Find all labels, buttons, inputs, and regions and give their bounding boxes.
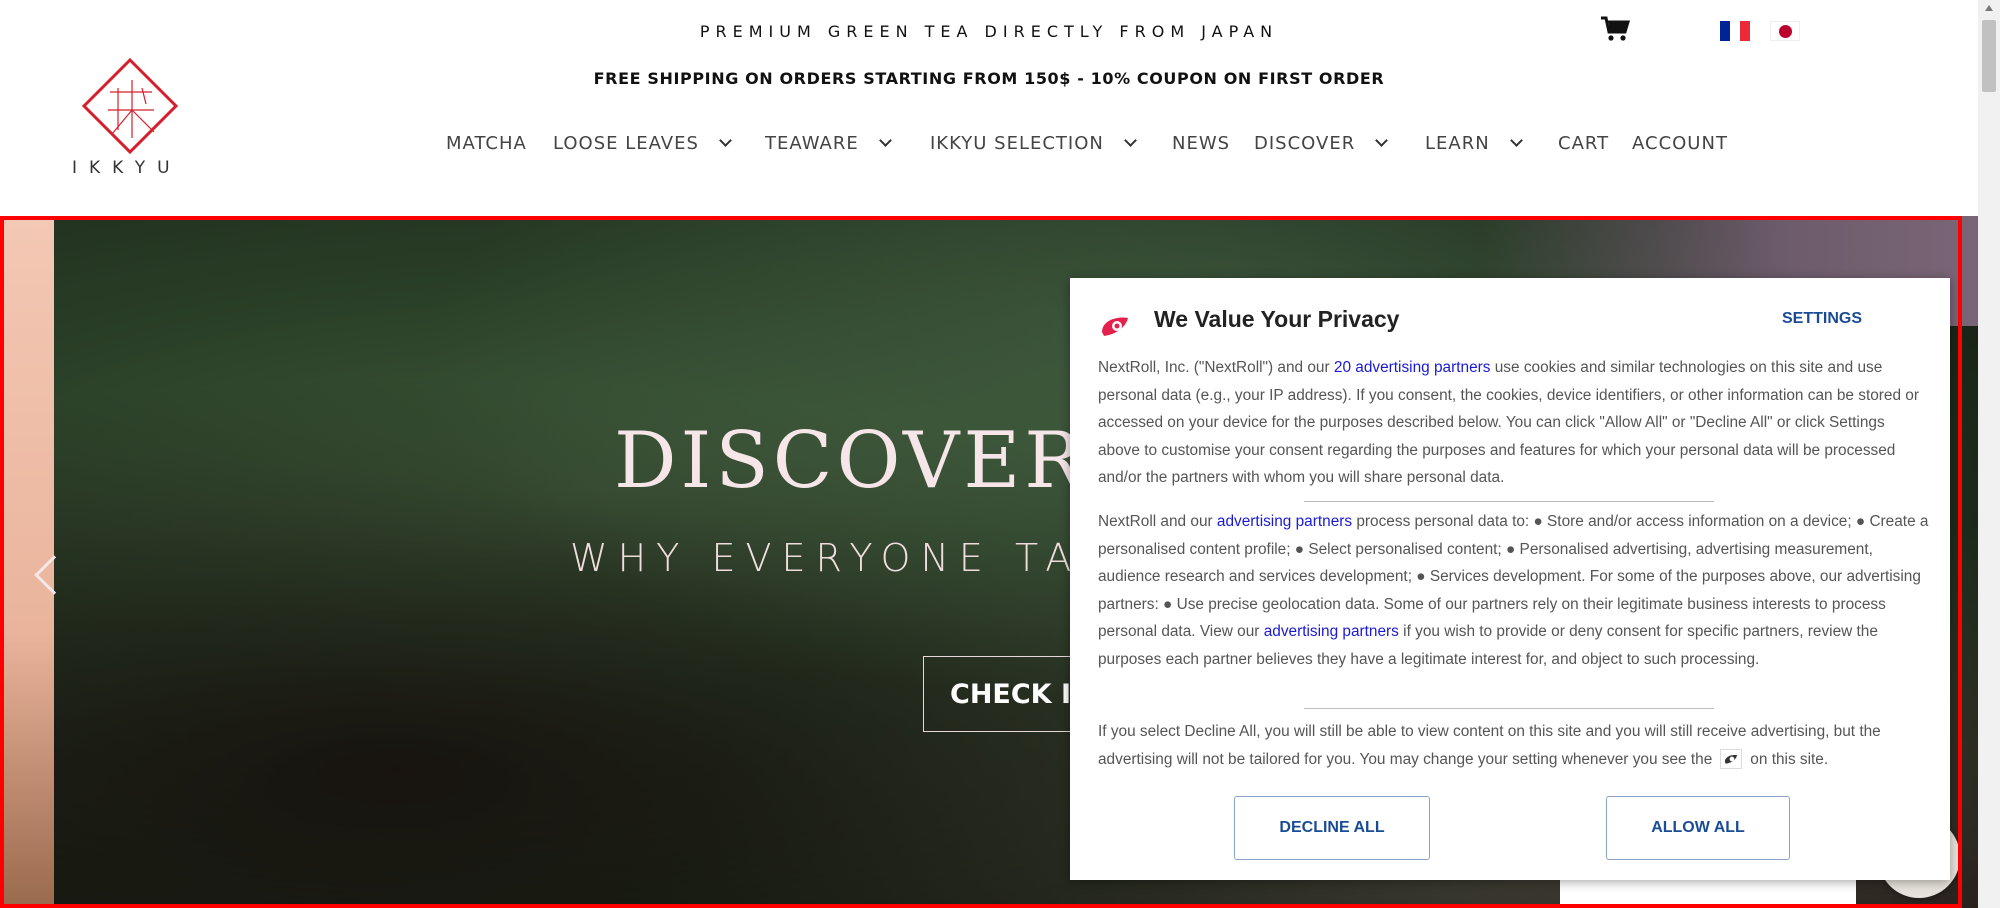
- nav-item-cart[interactable]: CART: [1558, 133, 1609, 154]
- text: process personal data to: ● Store and/or…: [1098, 513, 1929, 640]
- allow-all-button[interactable]: ALLOW ALL: [1606, 796, 1790, 860]
- flag-jp-icon[interactable]: [1770, 21, 1800, 41]
- nav-item-loose-leaves[interactable]: LOOSE LEAVES: [553, 133, 732, 154]
- chevron-down-icon: [719, 134, 732, 147]
- divider: [1304, 501, 1714, 502]
- nav-item-discover[interactable]: DISCOVER: [1254, 133, 1389, 154]
- nav-label: DISCOVER: [1254, 133, 1356, 154]
- site-header: PREMIUM GREEN TEA DIRECTLY FROM JAPAN FR…: [0, 0, 1978, 215]
- nav-item-ikkyu-selection[interactable]: IKKYU SELECTION: [930, 133, 1137, 154]
- advertising-partners-link[interactable]: advertising partners: [1217, 513, 1352, 530]
- nav-label: LOOSE LEAVES: [553, 133, 699, 154]
- page-scrollbar[interactable]: [1978, 0, 2000, 908]
- nav-label: TEAWARE: [765, 133, 859, 154]
- text: use cookies and similar technologies on …: [1098, 359, 1919, 486]
- advertising-partners-link[interactable]: advertising partners: [1264, 623, 1399, 640]
- chevron-down-icon: [1375, 134, 1389, 147]
- advertising-partners-link[interactable]: 20 advertising partners: [1334, 359, 1491, 376]
- consent-settings-icon: [1720, 749, 1743, 770]
- nav-label: IKKYU SELECTION: [930, 133, 1104, 154]
- hero-subtitle: WHY EVERYONE TA: [570, 536, 1082, 580]
- consent-paragraph-1: NextRoll, Inc. ("NextRoll") and our 20 a…: [1098, 354, 1930, 492]
- flag-fr-icon[interactable]: [1720, 21, 1750, 41]
- nav-label: NEWS: [1172, 133, 1231, 154]
- logo-text: IKKYU: [72, 158, 182, 178]
- nextroll-logo-icon: [1102, 317, 1128, 336]
- nav-item-account[interactable]: ACCOUNT: [1632, 133, 1728, 154]
- nav-label: ACCOUNT: [1632, 133, 1728, 154]
- chevron-down-icon: [1124, 134, 1137, 147]
- main-nav: MATCHA LOOSE LEAVES TEAWARE IKKYU SELECT…: [0, 133, 1978, 157]
- text: on this site.: [1750, 750, 1829, 768]
- nav-item-teaware[interactable]: TEAWARE: [765, 133, 892, 154]
- text: NextRoll, Inc. ("NextRoll") and our: [1098, 359, 1334, 376]
- scroll-up-arrow-icon[interactable]: [1985, 5, 1993, 11]
- consent-paragraph-3: If you select Decline All, you will stil…: [1098, 718, 1930, 773]
- nav-item-matcha[interactable]: MATCHA: [446, 133, 527, 154]
- chevron-down-icon: [878, 134, 892, 147]
- consent-paragraph-2: NextRoll and our advertising partners pr…: [1098, 508, 1930, 673]
- nav-item-news[interactable]: NEWS: [1172, 133, 1230, 154]
- chevron-down-icon: [1509, 134, 1523, 147]
- nav-label: MATCHA: [446, 133, 527, 154]
- text: NextRoll and our: [1098, 513, 1217, 530]
- divider: [1304, 708, 1714, 709]
- shipping-banner: FREE SHIPPING ON ORDERS STARTING FROM 15…: [593, 69, 1385, 88]
- cart-icon[interactable]: [1600, 16, 1630, 42]
- nav-item-learn[interactable]: LEARN: [1425, 133, 1523, 154]
- dialog-title: We Value Your Privacy: [1154, 306, 1400, 332]
- nav-label: CART: [1558, 133, 1610, 154]
- privacy-consent-dialog: We Value Your Privacy SETTINGS NextRoll,…: [1070, 278, 1950, 880]
- nav-label: LEARN: [1425, 133, 1490, 154]
- settings-button[interactable]: SETTINGS: [1782, 310, 1862, 328]
- tagline: PREMIUM GREEN TEA DIRECTLY FROM JAPAN: [699, 22, 1279, 41]
- decline-all-button[interactable]: DECLINE ALL: [1234, 796, 1430, 860]
- scroll-thumb[interactable]: [1982, 20, 1996, 92]
